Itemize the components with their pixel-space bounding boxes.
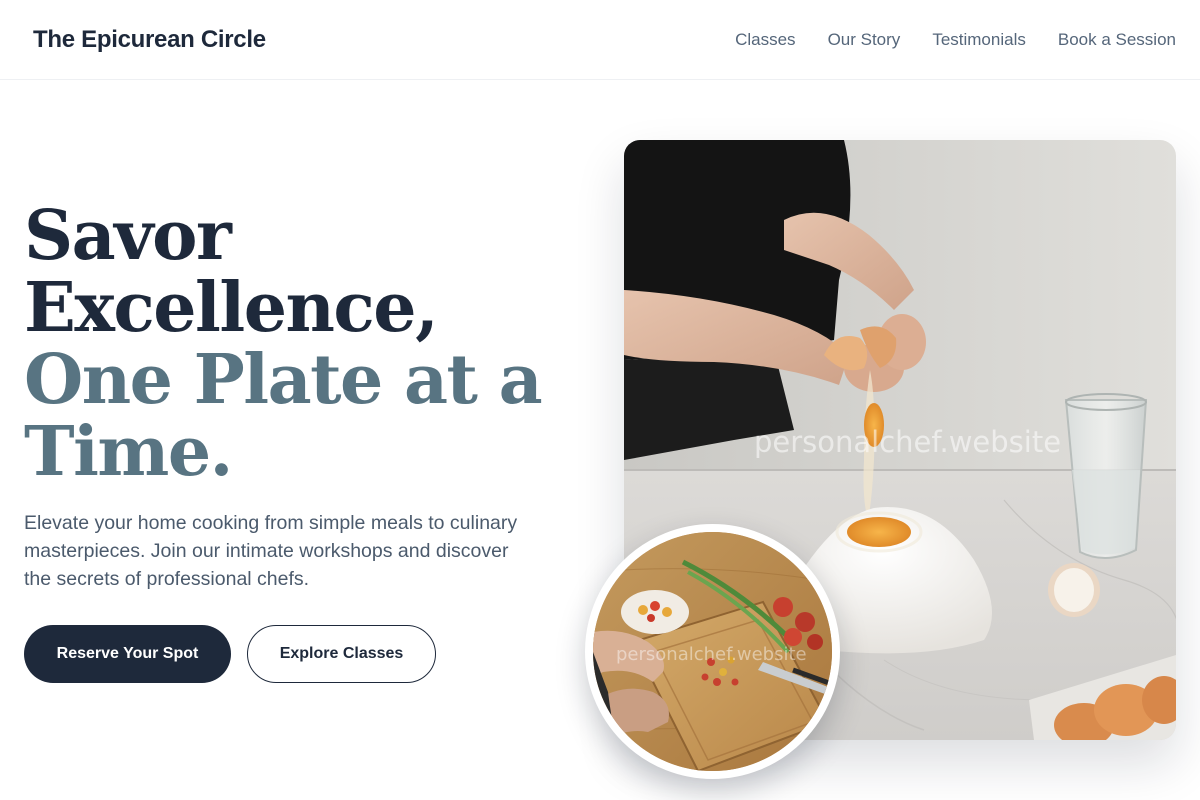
hero-title-line-2: Excellence,: [24, 268, 439, 348]
hero-title-line-4: Time.: [24, 412, 233, 492]
hero-circle-photo: [585, 524, 840, 779]
nav-link-book-a-session[interactable]: Book a Session: [1058, 30, 1176, 50]
explore-classes-button[interactable]: Explore Classes: [247, 625, 436, 683]
nav-link-classes[interactable]: Classes: [735, 30, 795, 50]
nav-link-our-story[interactable]: Our Story: [828, 30, 901, 50]
hero-subtitle: Elevate your home cooking from simple me…: [24, 512, 518, 590]
reserve-your-spot-button[interactable]: Reserve Your Spot: [24, 625, 231, 683]
hero-title: Savor Excellence, One Plate at a Time.: [24, 200, 584, 488]
hero-title-line-1: Savor: [24, 196, 232, 276]
top-navigation: The Epicurean Circle Classes Our Story T…: [0, 0, 1200, 80]
nav-links: Classes Our Story Testimonials Book a Se…: [735, 30, 1176, 50]
nav-link-testimonials[interactable]: Testimonials: [932, 30, 1026, 50]
brand-logo[interactable]: The Epicurean Circle: [33, 26, 266, 54]
hero-title-line-3: One Plate at a: [24, 340, 543, 420]
